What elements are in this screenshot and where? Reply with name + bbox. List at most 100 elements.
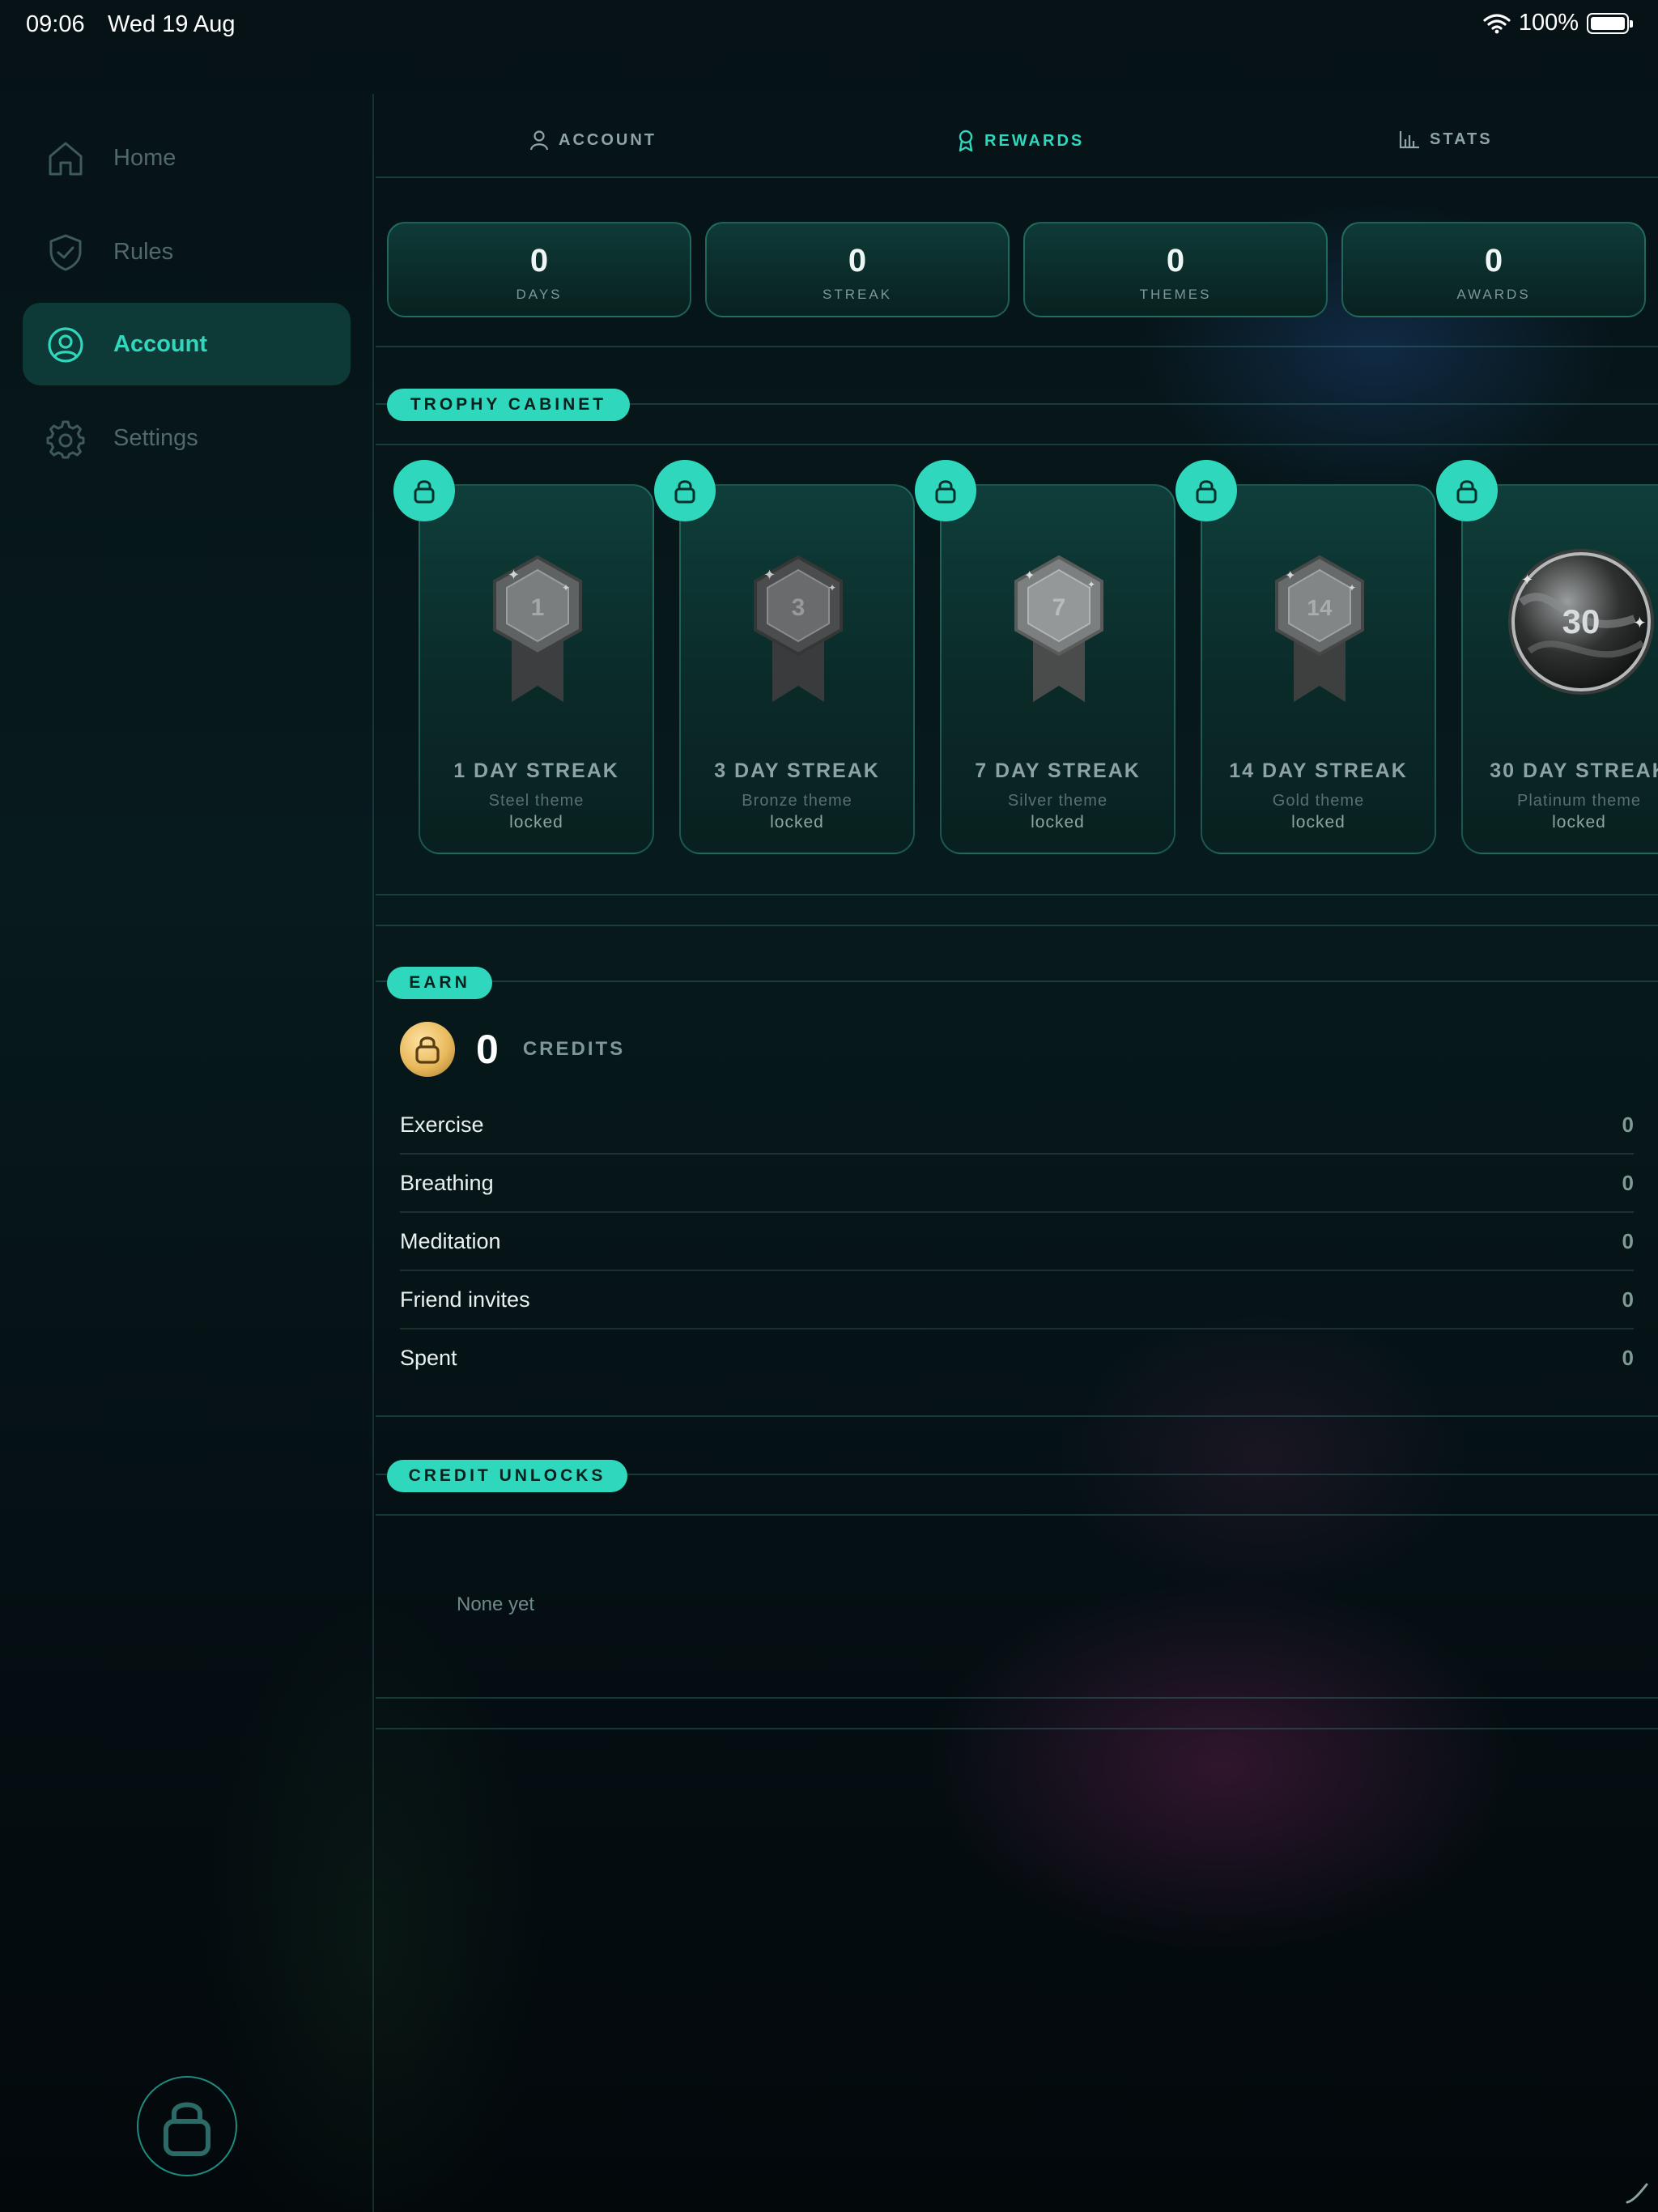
status-date: Wed 19 Aug bbox=[108, 11, 236, 37]
tab-label: STATS bbox=[1430, 130, 1493, 148]
credits-label: CREDITS bbox=[522, 1038, 626, 1060]
sidebar-item-account[interactable]: Account bbox=[23, 303, 351, 385]
trophy-title: 3 DAY STREAK bbox=[714, 759, 880, 782]
earn-amount: 0 bbox=[1622, 1171, 1634, 1195]
list-item: Breathing 0 bbox=[400, 1155, 1634, 1213]
trophy-theme: Silver theme bbox=[1007, 792, 1108, 810]
trophy-card-1-day[interactable]: 1 ✦ ✦ 1 DAY STREAK Steel theme locked bbox=[419, 484, 654, 854]
trophy-status: locked bbox=[509, 813, 563, 832]
divider bbox=[376, 981, 1658, 982]
home-icon bbox=[49, 142, 83, 176]
trophy-lock-badge bbox=[654, 460, 716, 521]
earn-amount: 0 bbox=[1622, 1287, 1634, 1312]
tab-label: ACCOUNT bbox=[559, 130, 657, 149]
earn-source: Breathing bbox=[400, 1171, 494, 1195]
divider bbox=[376, 346, 1658, 347]
trophy-carousel[interactable]: 1 ✦ ✦ 1 DAY STREAK Steel theme locked 3 … bbox=[376, 444, 1658, 895]
trophy-lock-badge bbox=[393, 460, 455, 521]
sidebar-item-label: Rules bbox=[113, 238, 174, 265]
trophy-theme: Steel theme bbox=[488, 792, 585, 810]
trophy-card-3-day[interactable]: 3 ✦ ✦ 3 DAY STREAK Bronze theme locked bbox=[679, 484, 915, 854]
sidebar-item-settings[interactable]: Settings bbox=[23, 397, 351, 479]
svg-text:✦: ✦ bbox=[828, 582, 836, 593]
credit-unlocks-header: CREDIT UNLOCKS bbox=[387, 1460, 627, 1492]
trophy-card-14-day[interactable]: 14 ✦ ✦ 14 DAY STREAK Gold theme locked bbox=[1201, 484, 1436, 854]
divider bbox=[376, 894, 1658, 895]
medal-number: 1 bbox=[531, 594, 545, 621]
divider bbox=[376, 925, 1658, 926]
earn-header: EARN bbox=[387, 967, 492, 999]
sidebar-item-label: Home bbox=[113, 144, 176, 171]
trophy-title: 1 DAY STREAK bbox=[453, 759, 619, 782]
earn-amount: 0 bbox=[1622, 1229, 1634, 1253]
wifi-icon bbox=[1483, 13, 1511, 33]
earn-amount: 0 bbox=[1622, 1112, 1634, 1137]
tab-bar: ACCOUNT REWARDS STATS bbox=[376, 94, 1658, 178]
tab-account[interactable]: ACCOUNT bbox=[529, 130, 657, 151]
platinum-medal-icon: 30 ✦ ✦ bbox=[1508, 549, 1654, 695]
trophy-lock-badge bbox=[1436, 460, 1498, 521]
stat-value: 0 bbox=[1484, 243, 1503, 279]
list-item: Meditation 0 bbox=[400, 1213, 1634, 1271]
lock-icon bbox=[674, 480, 695, 504]
medal-number: 7 bbox=[1052, 594, 1066, 621]
sidebar-item-home[interactable]: Home bbox=[23, 117, 351, 199]
trophy-theme: Platinum theme bbox=[1517, 792, 1641, 810]
lock-button[interactable] bbox=[137, 2076, 237, 2176]
earn-source: Spent bbox=[400, 1346, 457, 1370]
sidebar-item-label: Account bbox=[113, 330, 207, 357]
trophy-theme: Gold theme bbox=[1272, 792, 1365, 810]
trophy-status: locked bbox=[770, 813, 824, 832]
trophy-card-30-day[interactable]: 30 ✦ ✦ 30 DAY STREAK Platinum theme lock… bbox=[1461, 484, 1658, 854]
credits-value: 0 bbox=[476, 1027, 499, 1072]
trophy-lock-badge bbox=[1175, 460, 1237, 521]
trophy-title: 7 DAY STREAK bbox=[975, 759, 1141, 782]
award-ribbon-icon bbox=[959, 130, 973, 152]
divider bbox=[376, 1514, 1658, 1516]
status-right: 100% bbox=[1483, 10, 1633, 36]
stat-value: 0 bbox=[529, 243, 549, 279]
stat-days: 0 DAYS bbox=[387, 222, 691, 317]
stat-value: 0 bbox=[1166, 243, 1185, 279]
stat-label: DAYS bbox=[516, 287, 563, 302]
gear-icon bbox=[46, 420, 85, 459]
divider bbox=[376, 1728, 1658, 1729]
earn-source: Meditation bbox=[400, 1229, 501, 1253]
earn-amount: 0 bbox=[1622, 1346, 1634, 1370]
stat-value: 0 bbox=[848, 243, 867, 279]
stat-themes: 0 THEMES bbox=[1023, 222, 1328, 317]
earn-source: Exercise bbox=[400, 1112, 484, 1137]
credits-summary: 0 CREDITS bbox=[400, 1022, 625, 1077]
svg-text:✦: ✦ bbox=[1521, 572, 1533, 589]
sidebar: Home Rules Account Settings bbox=[0, 94, 374, 2212]
stat-label: STREAK bbox=[822, 287, 893, 302]
bar-chart-icon bbox=[1399, 131, 1419, 149]
credit-unlocks-empty: None yet bbox=[457, 1593, 535, 1615]
bronze-medal-icon: 3 ✦ ✦ bbox=[754, 555, 843, 702]
lock-icon bbox=[414, 480, 435, 504]
gold-medal-icon: 14 ✦ ✦ bbox=[1275, 555, 1364, 702]
trophy-status: locked bbox=[1552, 813, 1606, 832]
user-circle-icon bbox=[48, 327, 83, 363]
sidebar-item-rules[interactable]: Rules bbox=[23, 211, 351, 293]
trophy-theme: Bronze theme bbox=[742, 792, 852, 810]
tab-rewards[interactable]: REWARDS bbox=[957, 130, 1084, 152]
svg-text:✦: ✦ bbox=[508, 567, 520, 584]
sidebar-item-label: Settings bbox=[113, 424, 198, 451]
stat-streak: 0 STREAK bbox=[705, 222, 1010, 317]
shield-check-icon bbox=[49, 234, 82, 271]
stat-label: AWARDS bbox=[1456, 287, 1531, 302]
battery-percent: 100% bbox=[1518, 10, 1579, 36]
tab-stats[interactable]: STATS bbox=[1399, 130, 1493, 149]
divider bbox=[376, 1415, 1658, 1417]
svg-text:✦: ✦ bbox=[1285, 568, 1295, 583]
svg-text:✦: ✦ bbox=[1024, 568, 1035, 583]
silver-medal-icon: 7 ✦ ✦ bbox=[1014, 555, 1103, 702]
stat-awards: 0 AWARDS bbox=[1341, 222, 1646, 317]
trophy-cabinet-header: TROPHY CABINET bbox=[387, 389, 630, 421]
trophy-card-7-day[interactable]: 7 ✦ ✦ 7 DAY STREAK Silver theme locked bbox=[940, 484, 1175, 854]
medal-number: 14 bbox=[1307, 595, 1333, 620]
status-bar: 09:06 Wed 19 Aug 100% bbox=[0, 0, 1658, 52]
battery-icon bbox=[1587, 12, 1633, 34]
resize-handle-icon bbox=[1626, 2183, 1648, 2204]
